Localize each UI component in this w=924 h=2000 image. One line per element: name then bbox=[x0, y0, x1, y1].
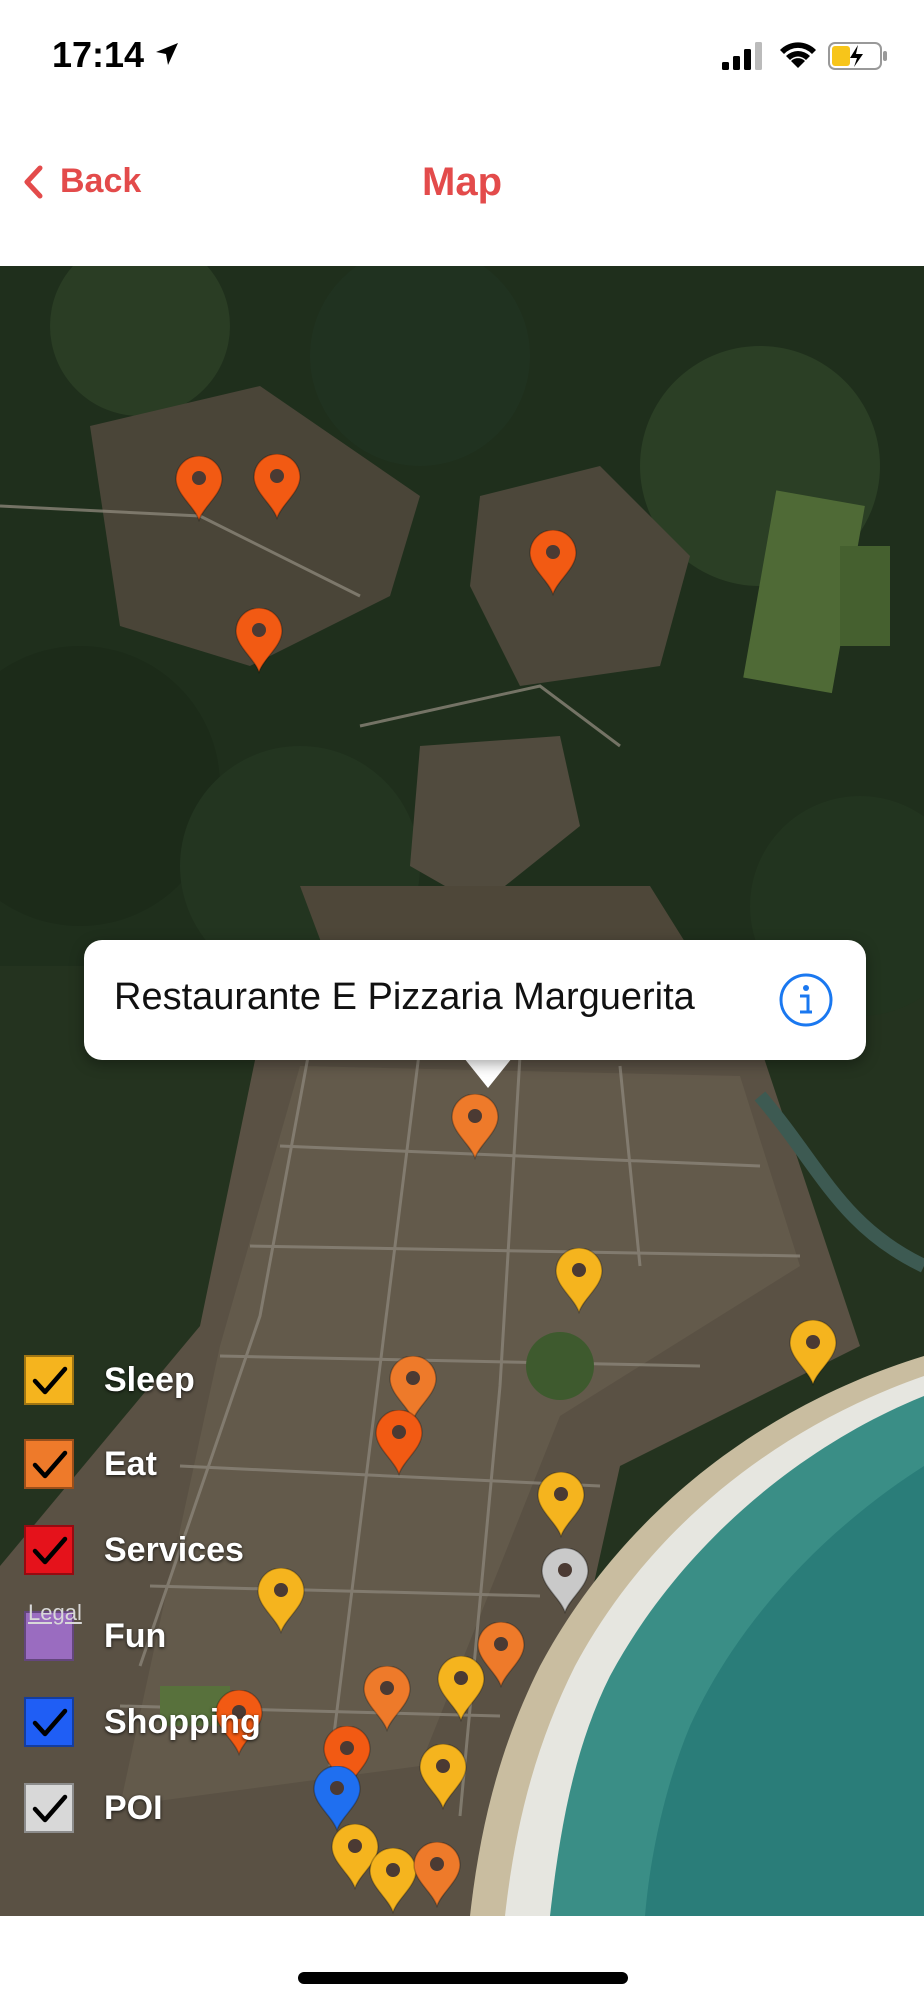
status-bar: 17:14 bbox=[0, 0, 924, 110]
map-pin-services[interactable] bbox=[252, 454, 302, 520]
map-pin-eat[interactable] bbox=[476, 1622, 526, 1688]
checkbox-eat[interactable] bbox=[24, 1439, 74, 1489]
legend-item-services[interactable]: Services bbox=[24, 1524, 344, 1576]
legend-item-poi[interactable]: POI bbox=[24, 1782, 344, 1834]
map-pin-sleep[interactable] bbox=[368, 1848, 418, 1914]
checkmark-icon bbox=[32, 1450, 68, 1479]
map-view[interactable]: Restaurante E Pizzaria Marguerita Sleep … bbox=[0, 266, 924, 1916]
legend-label: Sleep bbox=[104, 1360, 195, 1399]
status-time: 17:14 bbox=[52, 34, 145, 75]
map-pin-eat-selected[interactable] bbox=[450, 1094, 500, 1160]
callout-tail bbox=[464, 1058, 512, 1088]
legend-label: Fun bbox=[104, 1616, 167, 1655]
map-pin-services[interactable] bbox=[374, 1410, 424, 1476]
map-pin-sleep[interactable] bbox=[554, 1248, 604, 1314]
map-pin-eat[interactable] bbox=[412, 1842, 462, 1908]
wifi-icon bbox=[778, 40, 818, 75]
checkmark-icon bbox=[32, 1536, 68, 1565]
home-indicator[interactable] bbox=[298, 1972, 628, 1984]
legend-label: Shopping bbox=[104, 1702, 261, 1741]
legend-label: Services bbox=[104, 1530, 244, 1569]
map-pin-services[interactable] bbox=[174, 456, 224, 522]
checkbox-sleep[interactable] bbox=[24, 1355, 74, 1405]
checkbox-shopping[interactable] bbox=[24, 1697, 74, 1747]
home-indicator-area bbox=[0, 1916, 924, 2000]
legend-item-eat[interactable]: Eat bbox=[24, 1438, 344, 1490]
place-callout[interactable]: Restaurante E Pizzaria Marguerita bbox=[84, 940, 866, 1060]
checkmark-icon bbox=[32, 1366, 68, 1395]
map-pin-poi[interactable] bbox=[540, 1548, 590, 1614]
checkmark-icon bbox=[32, 1708, 68, 1737]
legend-label: POI bbox=[104, 1788, 163, 1827]
map-pin-sleep[interactable] bbox=[536, 1472, 586, 1538]
legend-item-sleep[interactable]: Sleep bbox=[24, 1354, 344, 1406]
cellular-signal-icon bbox=[722, 42, 766, 75]
location-arrow-icon bbox=[154, 41, 180, 72]
map-pin-sleep[interactable] bbox=[788, 1320, 838, 1386]
map-pin-services[interactable] bbox=[234, 608, 284, 674]
map-pin-services[interactable] bbox=[528, 530, 578, 596]
info-icon[interactable] bbox=[778, 972, 834, 1028]
legal-link[interactable]: Legal bbox=[28, 1600, 82, 1626]
callout-title: Restaurante E Pizzaria Marguerita bbox=[114, 976, 695, 1018]
page-title: Map bbox=[422, 160, 502, 204]
map-pin-eat[interactable] bbox=[362, 1666, 412, 1732]
battery-charging-icon bbox=[828, 42, 888, 75]
checkbox-poi[interactable] bbox=[24, 1783, 74, 1833]
navigation-bar: Back Map bbox=[0, 110, 924, 266]
checkmark-icon bbox=[32, 1794, 68, 1823]
checkbox-services[interactable] bbox=[24, 1525, 74, 1575]
legend-label: Eat bbox=[104, 1444, 157, 1483]
map-pin-sleep[interactable] bbox=[418, 1744, 468, 1810]
legend-item-shopping[interactable]: Shopping bbox=[24, 1696, 344, 1748]
